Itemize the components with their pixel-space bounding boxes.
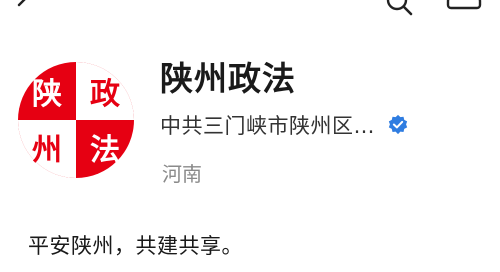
account-name: 陕州政法 <box>160 59 296 98</box>
more-icon[interactable] <box>444 0 484 16</box>
location-label: 河南 <box>162 162 202 186</box>
search-icon[interactable] <box>384 0 414 20</box>
top-bar <box>0 0 500 22</box>
logo-char-top-left: 陕 <box>32 77 62 112</box>
account-avatar-logo[interactable]: 陕 政 州 法 <box>18 62 134 178</box>
organization-name: 中共三门峡市陕州区… <box>160 114 375 138</box>
verified-badge-icon <box>388 114 408 135</box>
logo-char-bottom-left: 州 <box>32 133 62 168</box>
chevron-left-icon[interactable] <box>14 0 36 16</box>
logo-char-bottom-right: 法 <box>90 133 120 168</box>
bio-text: 平安陕州，共建共享。 <box>28 234 243 258</box>
logo-char-top-right: 政 <box>90 77 120 112</box>
organization-row[interactable]: 中共三门峡市陕州区… <box>160 110 409 140</box>
